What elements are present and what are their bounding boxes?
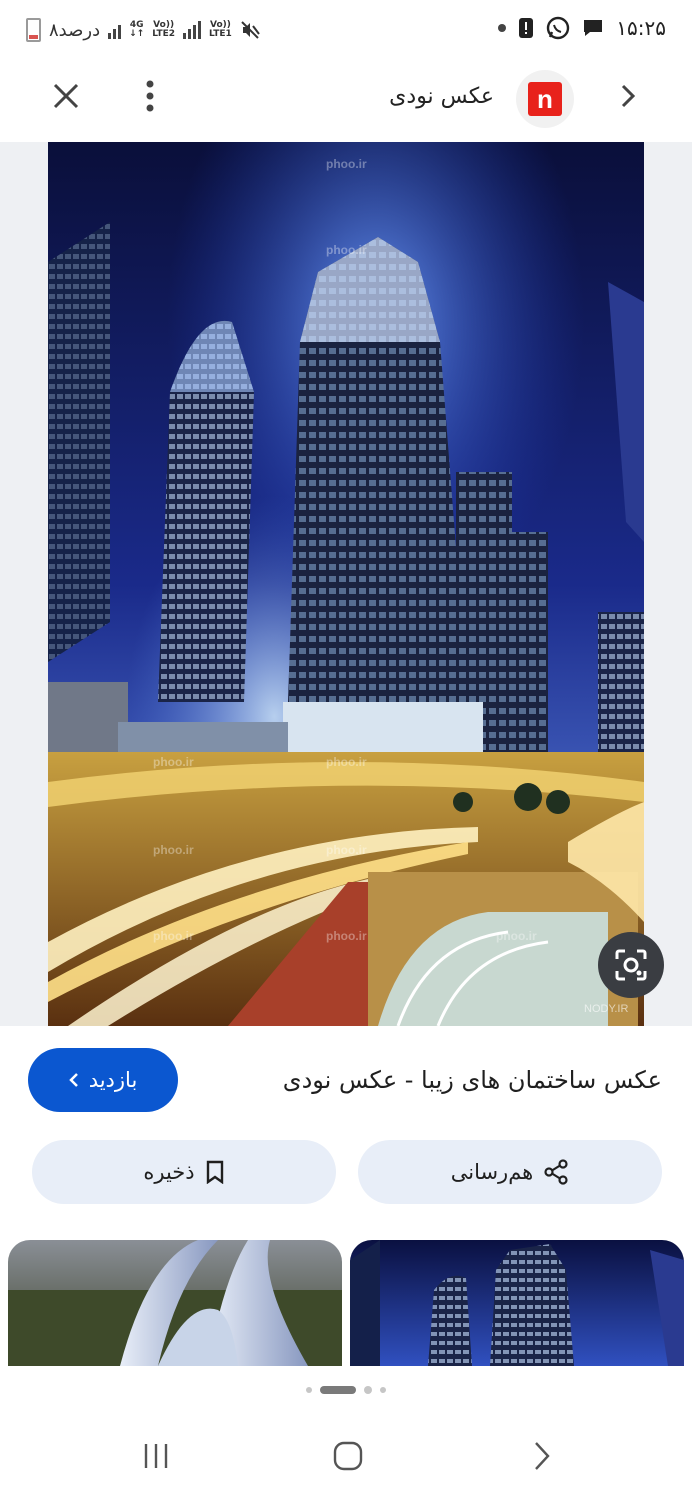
lens-button[interactable] [598, 932, 664, 998]
pager-dot [380, 1387, 386, 1393]
close-button[interactable] [44, 74, 88, 118]
close-icon [53, 83, 79, 109]
nav-back-button[interactable] [512, 1428, 572, 1484]
back-button[interactable] [608, 74, 648, 118]
nav-back-icon [535, 1442, 550, 1470]
more-vert-icon [146, 80, 154, 112]
whatsapp-icon [547, 16, 570, 40]
more-options-button[interactable] [132, 74, 168, 118]
watermark: phoo.ir [326, 755, 367, 769]
site-logo-letter: n [528, 82, 562, 116]
result-info: عکس ساختمان های زیبا - عکس نودی بازدید [0, 1026, 692, 1136]
status-bar: ۸درصد 4G ↓↑ Vo)) LTE2 Vo)) LTE1 ۱۵:۲۵ [0, 0, 692, 62]
home-icon [333, 1441, 363, 1471]
system-nav-bar [0, 1410, 692, 1500]
page-title[interactable]: عکس ساختمان های زیبا - عکس نودی [283, 1066, 662, 1094]
related-image[interactable] [8, 1240, 342, 1366]
watermark: phoo.ir [326, 243, 367, 257]
back-chevron-icon [621, 84, 636, 108]
battery-text: ۸درصد [49, 19, 101, 41]
pager-dot [364, 1386, 372, 1394]
volte-1: Vo)) LTE1 [209, 20, 232, 39]
top-bar: عکس نودی n [0, 62, 692, 143]
carousel-indicator [0, 1384, 692, 1396]
network-type: 4G ↓↑ [129, 20, 145, 39]
pager-dot [306, 1387, 312, 1393]
site-logo[interactable]: n [516, 70, 574, 128]
pager-dot-active [320, 1386, 356, 1394]
visit-label: بازدید [88, 1068, 138, 1092]
watermark: phoo.ir [326, 929, 367, 943]
watermark: phoo.ir [153, 755, 194, 769]
volte-2: Vo)) LTE2 [152, 20, 176, 39]
alert-icon [519, 18, 534, 38]
image-viewer: phoo.ir phoo.ir phoo.ir phoo.ir phoo.ir … [0, 142, 692, 1026]
notification-dot-icon [498, 24, 507, 32]
save-button[interactable]: ذخیره [32, 1140, 336, 1204]
signal-2-icon [183, 21, 202, 39]
corner-watermark: NODY.IR [584, 1003, 628, 1015]
lens-icon [615, 949, 647, 981]
mute-icon [241, 21, 260, 39]
related-arch-photo [8, 1240, 342, 1366]
watermark: phoo.ir [153, 929, 194, 943]
home-button[interactable] [318, 1428, 378, 1484]
city-night-photo: phoo.ir phoo.ir phoo.ir phoo.ir phoo.ir … [48, 142, 644, 1026]
watermark: phoo.ir [153, 843, 194, 857]
status-left: ۸درصد 4G ↓↑ Vo)) LTE2 Vo)) LTE1 [26, 18, 260, 42]
watermark: phoo.ir [326, 157, 367, 171]
clock: ۱۵:۲۵ [616, 16, 666, 40]
status-right: ۱۵:۲۵ [498, 16, 666, 40]
chat-icon [584, 20, 603, 36]
main-image[interactable]: phoo.ir phoo.ir phoo.ir phoo.ir phoo.ir … [48, 142, 644, 1026]
bookmark-icon [206, 1160, 223, 1184]
share-label: هم‌رسانی [450, 1160, 534, 1184]
share-button[interactable]: هم‌رسانی [358, 1140, 662, 1204]
signal-1-icon [108, 21, 122, 39]
save-label: ذخیره [143, 1160, 195, 1184]
visit-button[interactable]: بازدید [28, 1048, 178, 1112]
related-image[interactable] [350, 1240, 684, 1366]
recents-button[interactable] [126, 1428, 186, 1484]
chevron-left-icon [68, 1073, 78, 1087]
recents-icon [144, 1444, 168, 1468]
related-towers-photo [350, 1240, 684, 1366]
watermark: phoo.ir [496, 929, 537, 943]
watermark: phoo.ir [326, 843, 367, 857]
battery-icon [26, 18, 41, 42]
share-icon [544, 1159, 568, 1185]
site-name[interactable]: عکس نودی [389, 84, 494, 109]
